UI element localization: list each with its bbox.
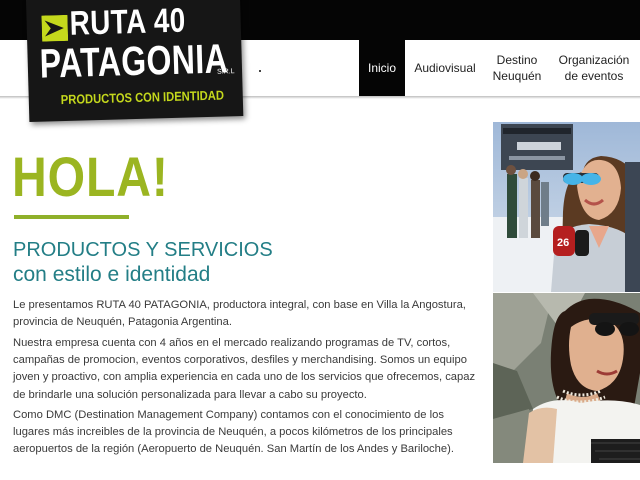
nav-item-organizacion-eventos[interactable]: Organización de eventos — [555, 40, 633, 96]
nav-item-label: de eventos — [564, 69, 624, 83]
nav-item-label: Neuquén — [492, 69, 542, 83]
intro-paragraph: Le presentamos RUTA 40 PATAGONIA, produc… — [13, 299, 466, 329]
photo-woman-sunglasses — [493, 293, 640, 463]
nav-item-label: Inicio — [367, 61, 396, 75]
nav-item-label: Organización — [558, 53, 630, 67]
nav-item-label: Destino — [496, 53, 538, 67]
nav-item-destino-neuquen[interactable]: Destino Neuquén — [485, 40, 549, 96]
company-paragraph: Nuestra empresa cuenta con 4 años en el … — [13, 337, 476, 401]
subtitle-line-1: PRODUCTOS Y SERVICIOS — [13, 239, 273, 261]
play-arrow-icon — [41, 14, 69, 42]
nav-item-inicio[interactable]: Inicio — [359, 40, 405, 96]
nav-item-label: Audiovisual — [414, 61, 476, 75]
logo-text-patagonia: PATAGONIA — [39, 35, 229, 87]
page-heading: HOLA! — [12, 145, 169, 208]
dmc-paragraph: Como DMC (Destination Management Company… — [13, 409, 454, 456]
subtitle-line-2: con estilo e identidad — [13, 263, 211, 286]
site-logo[interactable]: RUTA 40 PATAGONIA S.R.L PRODUCTOS CON ID… — [26, 0, 244, 122]
photo-interview: 26 — [493, 122, 640, 292]
nav-item-audiovisual[interactable]: Audiovisual — [410, 40, 480, 96]
logo-tagline: PRODUCTOS CON IDENTIDAD — [60, 87, 225, 108]
nav-dot — [259, 70, 261, 72]
svg-text:26: 26 — [557, 237, 569, 249]
logo-suffix: S.R.L — [216, 68, 235, 76]
heading-underline — [14, 215, 129, 219]
